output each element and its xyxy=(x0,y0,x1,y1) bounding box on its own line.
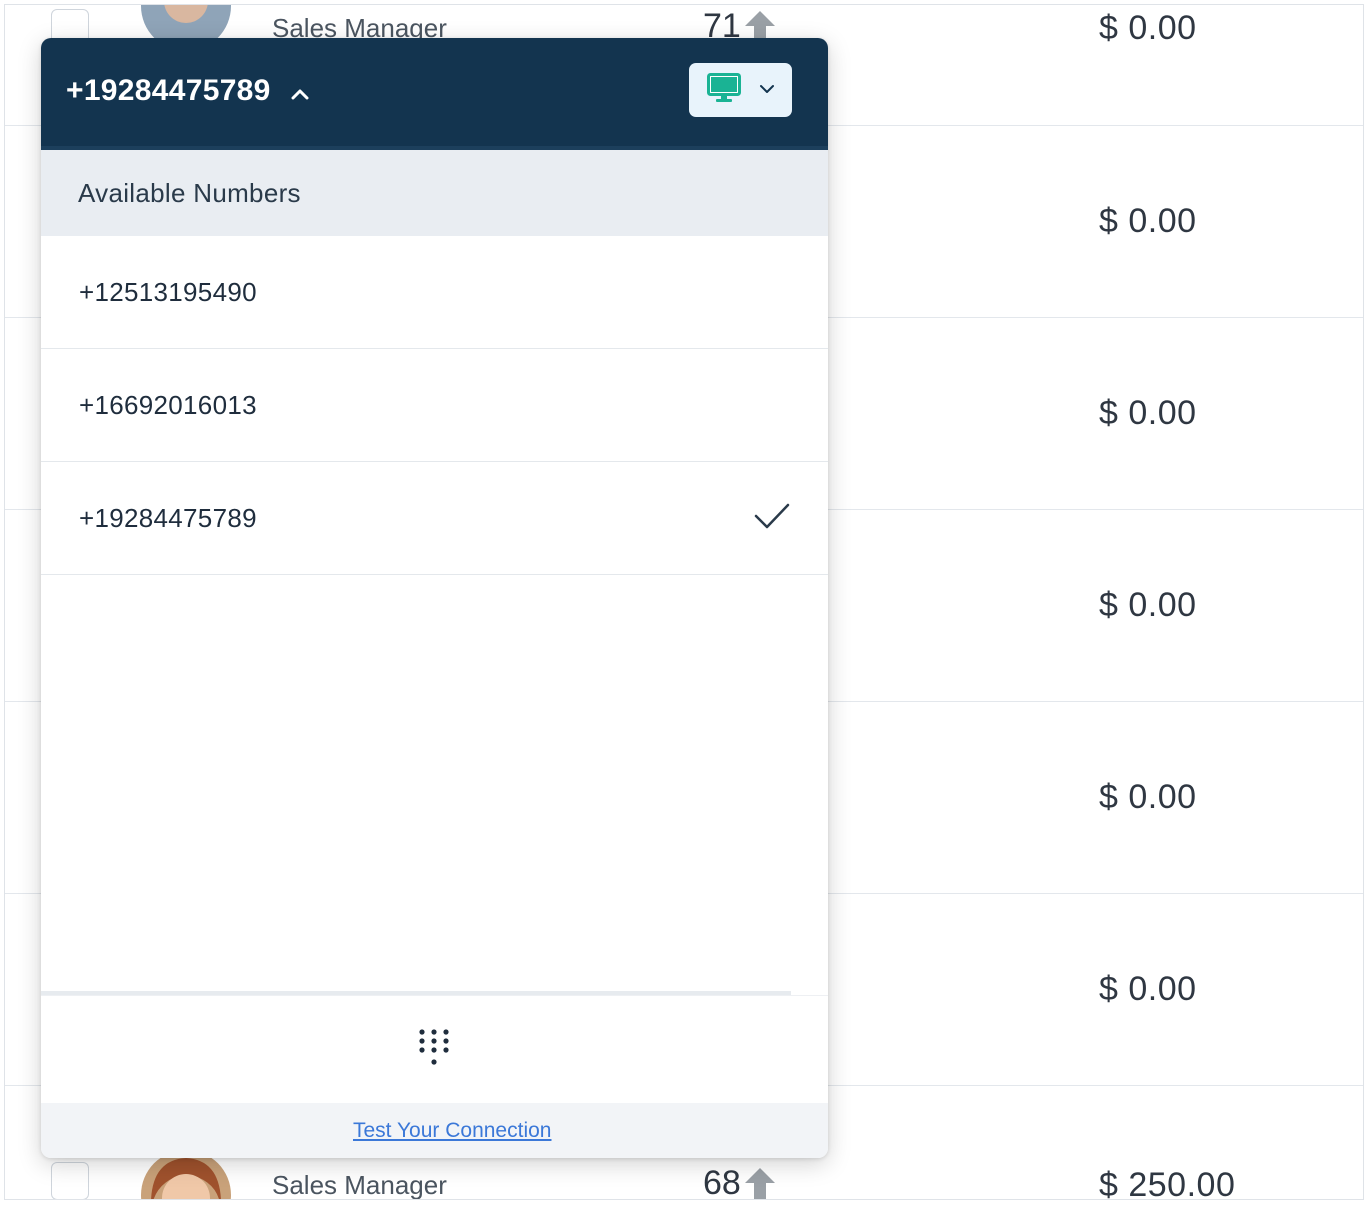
amount: $ 0.00 xyxy=(1099,202,1197,240)
contact-role: Sales Manager xyxy=(272,1170,447,1200)
arrow-up-icon xyxy=(744,1167,775,1199)
checkmark-icon xyxy=(754,502,790,535)
amount: $ 250.00 xyxy=(1099,1166,1236,1200)
number-label: +16692016013 xyxy=(79,390,257,420)
amount: $ 0.00 xyxy=(1099,9,1197,47)
test-connection-link[interactable]: Test Your Connection xyxy=(353,1119,551,1143)
audio-device-button[interactable] xyxy=(689,63,792,117)
amount: $ 0.00 xyxy=(1099,394,1197,432)
keypad-button[interactable] xyxy=(417,1028,451,1073)
chevron-up-icon xyxy=(291,74,309,108)
selected-number: +19284475789 xyxy=(66,74,271,107)
chevron-down-icon xyxy=(759,81,775,99)
available-numbers-header: Available Numbers xyxy=(41,150,828,236)
score-value: 68 xyxy=(703,1164,741,1200)
dialer-header: +19284475789 xyxy=(41,38,828,146)
row-checkbox[interactable] xyxy=(51,1162,89,1199)
number-list: +12513195490 +16692016013 +19284475789 xyxy=(41,236,828,575)
number-option-selected[interactable]: +19284475789 xyxy=(41,462,828,575)
contact-score: 68 xyxy=(703,1164,777,1200)
number-label: +12513195490 xyxy=(79,277,257,307)
number-label: +19284475789 xyxy=(79,503,257,533)
dialer-footer: Test Your Connection xyxy=(41,1103,828,1158)
amount: $ 0.00 xyxy=(1099,970,1197,1008)
keypad-bar xyxy=(41,995,828,1104)
keypad-icon xyxy=(419,1029,449,1065)
monitor-icon xyxy=(706,72,741,108)
section-title: Available Numbers xyxy=(78,178,301,208)
amount: $ 0.00 xyxy=(1099,778,1197,816)
number-option[interactable]: +12513195490 xyxy=(41,236,828,349)
caller-id-selector[interactable]: +19284475789 xyxy=(66,74,309,108)
amount: $ 0.00 xyxy=(1099,586,1197,624)
number-option[interactable]: +16692016013 xyxy=(41,349,828,462)
dialer-panel: +19284475789 Available Numbers +12513195… xyxy=(41,38,828,1158)
